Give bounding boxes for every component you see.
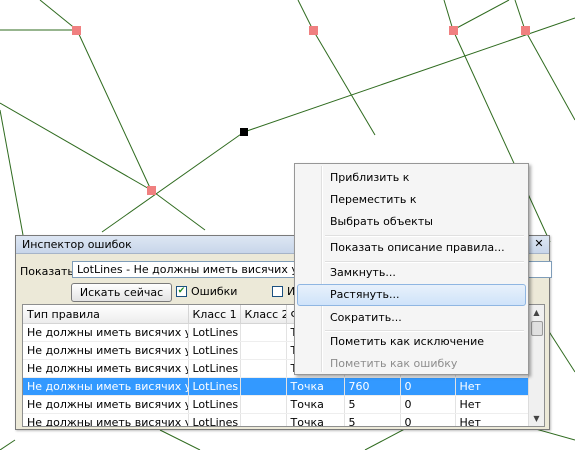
table-cell bbox=[240, 323, 287, 342]
checkmark-icon: ✔ bbox=[177, 286, 186, 296]
lot-line bbox=[39, 0, 78, 31]
close-icon[interactable]: ✕ bbox=[533, 237, 545, 250]
table-cell: 5 bbox=[344, 413, 401, 426]
table-cell: Не должны иметь висячих узлов bbox=[23, 413, 189, 426]
table-cell: LotLines bbox=[188, 395, 241, 414]
table-cell: Точка bbox=[286, 413, 345, 426]
table-cell bbox=[240, 413, 287, 426]
selected-vertex-marker[interactable] bbox=[240, 128, 248, 136]
table-cell: Нет bbox=[455, 395, 529, 414]
table-cell: Нет bbox=[455, 377, 529, 396]
table-vertical-scrollbar[interactable]: ▲ ▼ bbox=[528, 305, 544, 426]
lot-line bbox=[452, 0, 510, 31]
search-now-button[interactable]: Искать сейчас bbox=[71, 283, 172, 302]
table-cell: 0 bbox=[400, 395, 456, 414]
table-cell bbox=[240, 395, 287, 414]
table-row[interactable]: Не должны иметь висячих узловLotLines Точ… bbox=[23, 413, 529, 426]
menu-item-snap[interactable]: Замкнуть... bbox=[297, 262, 526, 284]
column-header[interactable]: Тип правила bbox=[23, 305, 189, 324]
menu-item-pan-to[interactable]: Переместить к bbox=[297, 189, 526, 211]
scroll-down-icon[interactable]: ▼ bbox=[529, 411, 544, 426]
table-cell: LotLines bbox=[188, 359, 241, 378]
lot-line bbox=[0, 439, 16, 450]
table-cell: Не должны иметь висячих узлов bbox=[23, 377, 189, 396]
table-cell: Не должны иметь висячих узлов bbox=[23, 323, 189, 342]
table-cell: 760 bbox=[344, 377, 401, 396]
table-cell: Не должны иметь висячих узлов bbox=[23, 341, 189, 360]
lot-line bbox=[159, 429, 201, 450]
vertex-marker[interactable] bbox=[521, 26, 530, 35]
table-row[interactable]: Не должны иметь висячих узловLotLines Точ… bbox=[23, 377, 529, 396]
lot-line bbox=[297, 0, 314, 31]
table-row[interactable]: Не должны иметь висячих узловLotLines Точ… bbox=[23, 395, 529, 414]
lot-line bbox=[0, 102, 152, 191]
show-filter-value: LotLines - Не должны иметь висячих узлов bbox=[77, 263, 324, 276]
context-menu: Приблизить к Переместить к Выбрать объек… bbox=[294, 163, 529, 375]
column-header[interactable]: Класс 1 bbox=[188, 305, 241, 324]
table-cell: 5 bbox=[344, 395, 401, 414]
lot-line bbox=[0, 109, 24, 236]
lot-line bbox=[514, 0, 526, 31]
table-cell: Нет bbox=[455, 413, 529, 426]
menu-item-select-features[interactable]: Выбрать объекты bbox=[297, 211, 526, 233]
table-cell: LotLines bbox=[188, 377, 241, 396]
vertex-marker[interactable] bbox=[449, 26, 458, 35]
menu-item-trim[interactable]: Сократить... bbox=[297, 307, 526, 329]
errors-checkbox-label: Ошибки bbox=[191, 285, 238, 298]
lot-line bbox=[101, 131, 245, 233]
menu-item-show-rule-description[interactable]: Показать описание правила... bbox=[297, 237, 526, 259]
show-label: Показать: bbox=[20, 265, 78, 278]
vertex-marker[interactable] bbox=[147, 186, 156, 195]
lot-line bbox=[312, 29, 376, 136]
lot-line bbox=[150, 189, 206, 231]
table-cell: Точка bbox=[286, 395, 345, 414]
menu-item-extend[interactable]: Растянуть... bbox=[297, 284, 526, 306]
table-cell bbox=[240, 359, 287, 378]
menu-item-mark-as-exception[interactable]: Пометить как исключение bbox=[297, 331, 526, 353]
inspector-title: Инспектор ошибок bbox=[22, 238, 132, 251]
table-cell: LotLines bbox=[188, 323, 241, 342]
exceptions-checkbox[interactable] bbox=[272, 286, 283, 297]
lot-line bbox=[443, 0, 454, 31]
table-cell: Точка bbox=[286, 377, 345, 396]
lot-line bbox=[524, 29, 575, 121]
table-cell: 0 bbox=[400, 413, 456, 426]
table-cell: Не должны иметь висячих узлов bbox=[23, 395, 189, 414]
table-cell: LotLines bbox=[188, 341, 241, 360]
table-cell bbox=[240, 341, 287, 360]
menu-item-zoom-to[interactable]: Приблизить к bbox=[297, 167, 526, 189]
menu-item-mark-as-error: Пометить как ошибку bbox=[330, 357, 458, 370]
table-cell: LotLines bbox=[188, 413, 241, 426]
vertex-marker[interactable] bbox=[72, 26, 81, 35]
column-header[interactable]: Класс 2 bbox=[240, 305, 287, 324]
scroll-thumb[interactable] bbox=[531, 321, 543, 336]
vertex-marker[interactable] bbox=[309, 26, 318, 35]
lot-line bbox=[76, 29, 152, 191]
table-cell: Не должны иметь висячих узлов bbox=[23, 359, 189, 378]
scroll-up-icon[interactable]: ▲ bbox=[529, 305, 544, 320]
lot-line bbox=[547, 329, 575, 373]
table-cell bbox=[240, 377, 287, 396]
lot-line bbox=[243, 17, 575, 133]
errors-checkbox[interactable]: ✔ bbox=[176, 286, 187, 297]
table-cell: 0 bbox=[400, 377, 456, 396]
